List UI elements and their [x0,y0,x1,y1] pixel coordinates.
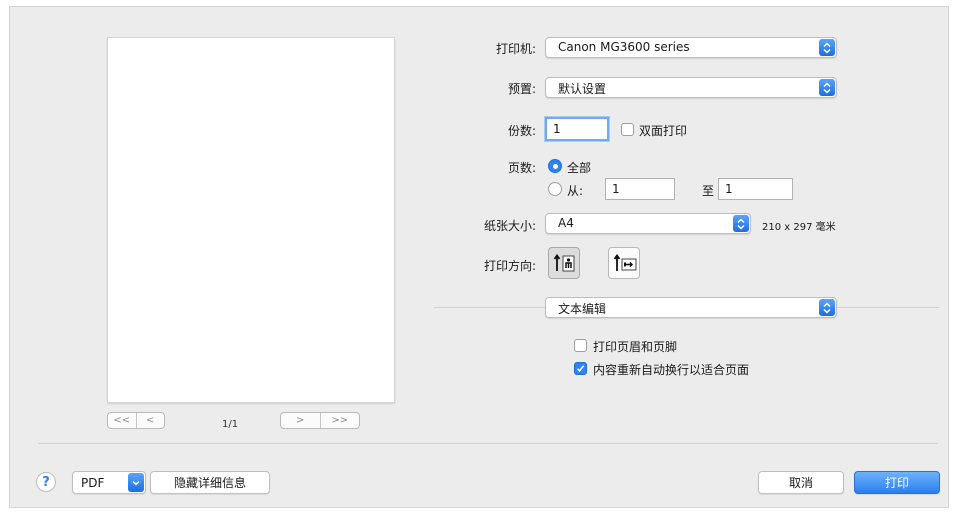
section-popup[interactable]: 文本编辑 [545,297,837,318]
rewrap-checkbox[interactable] [574,362,587,375]
hide-details-button[interactable]: 隐藏详细信息 [150,471,270,494]
page-indicator: 1/1 [222,419,239,430]
paper-size-label: 纸张大小: [483,219,536,233]
paper-dimensions: 210 x 297 毫米 [762,222,836,233]
print-button[interactable]: 打印 [854,471,940,494]
previous-page-button[interactable]: < [135,413,165,428]
landscape-icon [613,253,637,271]
printer-value: Canon MG3600 series [558,40,690,54]
pages-from-label: 从: [567,184,584,198]
section-value: 文本编辑 [558,302,607,316]
header-footer-checkbox[interactable] [574,339,587,352]
footer-divider [38,443,938,444]
pages-to-field[interactable]: 1 [718,178,793,200]
updown-chevron-icon [819,39,835,56]
duplex-label: 双面打印 [639,124,688,138]
checkmark-icon [576,365,585,372]
portrait-icon [553,253,575,272]
rewrap-label: 内容重新自动换行以适合页面 [593,363,750,377]
first-page-button[interactable]: << [108,413,136,428]
chevron-down-icon [128,473,144,492]
preview-nav-back-group: << < [107,412,165,429]
help-button[interactable]: ? [36,472,56,492]
paper-size-popup[interactable]: A4 [545,213,751,234]
copies-field[interactable]: 1 [545,117,609,141]
next-page-button[interactable]: > [281,413,320,428]
orientation-label: 打印方向: [483,259,536,273]
pages-from-field[interactable]: 1 [605,178,675,200]
copies-value: 1 [553,122,561,136]
header-footer-label: 打印页眉和页脚 [593,340,678,354]
paper-size-value: A4 [558,216,574,230]
presets-popup[interactable]: 默认设置 [545,77,837,98]
portrait-orientation-button[interactable] [548,247,580,279]
pages-label: 页数: [507,161,536,175]
printer-popup[interactable]: Canon MG3600 series [545,37,837,58]
page-preview [107,37,395,403]
pages-range-radio[interactable] [548,182,562,196]
preview-nav-forward-group: > >> [280,412,360,429]
pages-all-radio[interactable] [548,159,562,173]
copies-label: 份数: [507,124,536,138]
updown-chevron-icon [819,299,835,316]
pages-to-label: 至 [702,184,715,198]
printer-label: 打印机: [495,42,536,56]
updown-chevron-icon [819,79,835,96]
pdf-label: PDF [81,475,105,490]
pages-from-value: 1 [612,182,620,196]
landscape-orientation-button[interactable] [608,247,640,279]
pages-all-label: 全部 [567,161,592,175]
last-page-button[interactable]: >> [319,413,360,428]
updown-chevron-icon [733,215,749,232]
pdf-menu-button[interactable]: PDF [72,471,146,494]
pages-to-value: 1 [725,182,733,196]
presets-value: 默认设置 [558,82,607,96]
presets-label: 预置: [507,82,536,96]
cancel-button[interactable]: 取消 [758,471,844,494]
print-dialog: << < 1/1 > >> 打印机: Canon MG3600 series 预… [9,6,949,508]
duplex-checkbox[interactable] [621,123,634,136]
